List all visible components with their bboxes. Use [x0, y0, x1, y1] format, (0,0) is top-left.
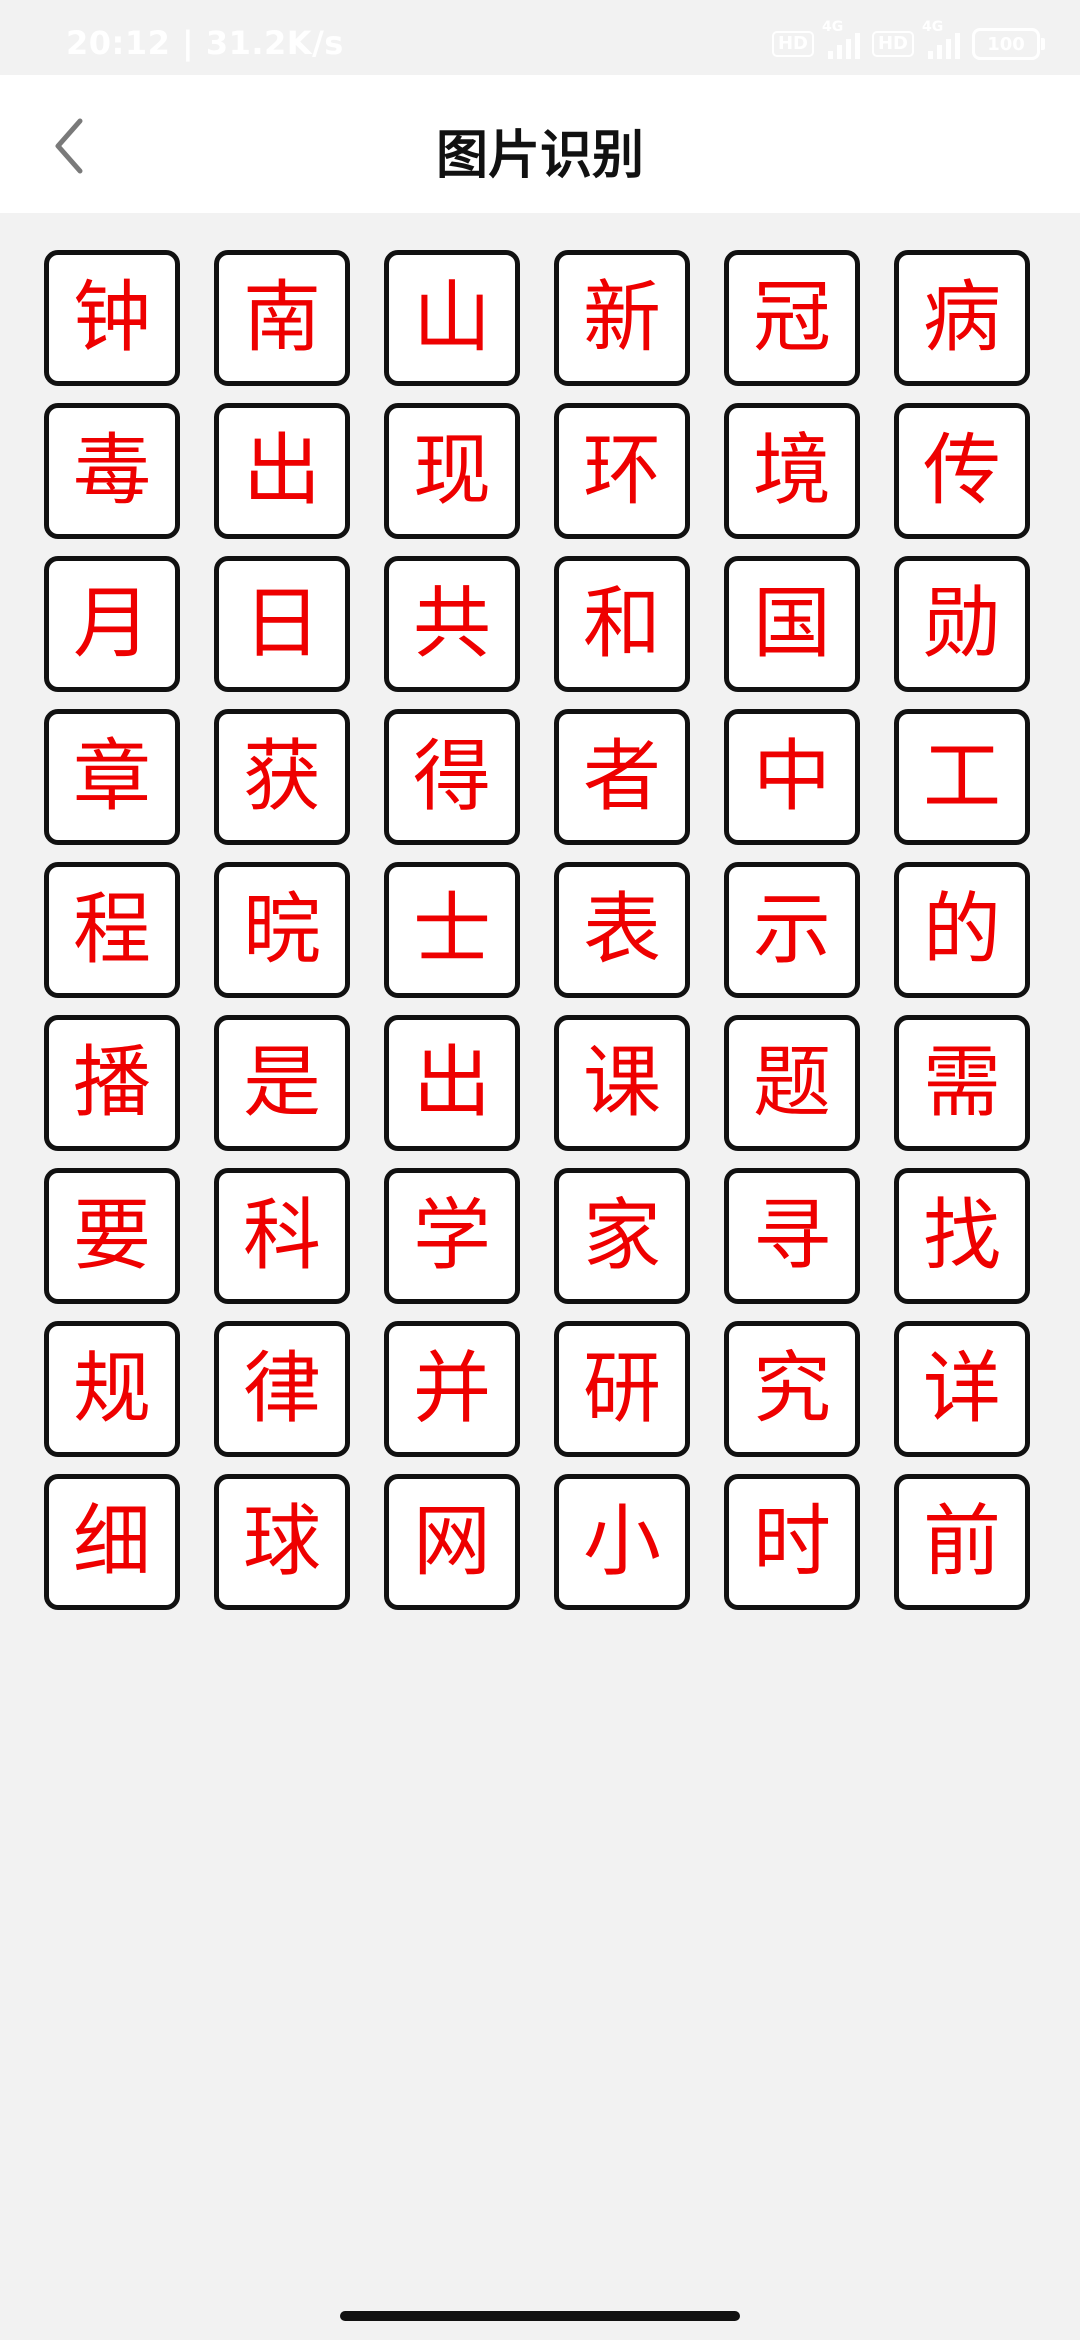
- battery-level: 100: [987, 33, 1025, 55]
- character-tile[interactable]: 中: [724, 709, 860, 845]
- app-header: 图片识别: [0, 75, 1080, 213]
- character-tile[interactable]: 获: [214, 709, 350, 845]
- character-tile[interactable]: 新: [554, 250, 690, 386]
- battery-icon: 100: [972, 28, 1045, 60]
- character-tile[interactable]: 题: [724, 1015, 860, 1151]
- character-tile[interactable]: 球: [214, 1474, 350, 1610]
- character-tile[interactable]: 科: [214, 1168, 350, 1304]
- character-tile[interactable]: 家: [554, 1168, 690, 1304]
- network-type-label: 4G: [821, 19, 844, 35]
- character-tile[interactable]: 章: [44, 709, 180, 845]
- character-tile[interactable]: 日: [214, 556, 350, 692]
- character-tile[interactable]: 小: [554, 1474, 690, 1610]
- status-icons: HD 4G HD 4G 100: [771, 19, 1045, 62]
- character-tile[interactable]: 勋: [894, 556, 1030, 692]
- character-tile[interactable]: 并: [384, 1321, 520, 1457]
- character-tile[interactable]: 月: [44, 556, 180, 692]
- character-tile[interactable]: 的: [894, 862, 1030, 998]
- hd-badge: HD: [771, 31, 814, 57]
- character-tile[interactable]: 律: [214, 1321, 350, 1457]
- character-tile[interactable]: 学: [384, 1168, 520, 1304]
- character-tile[interactable]: 南: [214, 250, 350, 386]
- status-bar: 20:12 | 31.2K/s HD 4G HD 4G 100: [0, 0, 1080, 75]
- character-tile[interactable]: 示: [724, 862, 860, 998]
- network-type-label: 4G: [922, 19, 944, 35]
- character-tile[interactable]: 冠: [724, 250, 860, 386]
- character-tile[interactable]: 晥: [214, 862, 350, 998]
- character-tile[interactable]: 出: [384, 1015, 520, 1151]
- character-tile[interactable]: 共: [384, 556, 520, 692]
- character-tile[interactable]: 钟: [44, 250, 180, 386]
- character-tile[interactable]: 士: [384, 862, 520, 998]
- signal-icon: 4G: [922, 19, 960, 59]
- character-tile[interactable]: 前: [894, 1474, 1030, 1610]
- character-tile[interactable]: 程: [44, 862, 180, 998]
- character-tile[interactable]: 境: [724, 403, 860, 539]
- character-tile[interactable]: 毒: [44, 403, 180, 539]
- character-tile[interactable]: 要: [44, 1168, 180, 1304]
- character-tile[interactable]: 出: [214, 403, 350, 539]
- signal-icon: 4G: [822, 19, 860, 59]
- status-time: 20:12 | 31.2K/s: [66, 24, 344, 62]
- character-tile[interactable]: 者: [554, 709, 690, 845]
- character-tile[interactable]: 国: [724, 556, 860, 692]
- character-tile[interactable]: 究: [724, 1321, 860, 1457]
- character-tile[interactable]: 和: [554, 556, 690, 692]
- character-tile[interactable]: 找: [894, 1168, 1030, 1304]
- character-tile[interactable]: 研: [554, 1321, 690, 1457]
- character-tile[interactable]: 是: [214, 1015, 350, 1151]
- character-tile[interactable]: 现: [384, 403, 520, 539]
- character-tile[interactable]: 表: [554, 862, 690, 998]
- character-tile[interactable]: 得: [384, 709, 520, 845]
- home-indicator[interactable]: [340, 2311, 740, 2321]
- character-tile[interactable]: 详: [894, 1321, 1030, 1457]
- character-grid: 钟南山新冠病毒出现环境传月日共和国勋章获得者中工程晥士表示的播是出课题需要科学家…: [44, 250, 1030, 1610]
- character-tile[interactable]: 规: [44, 1321, 180, 1457]
- character-tile[interactable]: 环: [554, 403, 690, 539]
- character-tile[interactable]: 时: [724, 1474, 860, 1610]
- character-tile[interactable]: 细: [44, 1474, 180, 1610]
- character-tile[interactable]: 病: [894, 250, 1030, 386]
- hd-badge: HD: [871, 31, 914, 57]
- character-tile[interactable]: 寻: [724, 1168, 860, 1304]
- character-tile[interactable]: 工: [894, 709, 1030, 845]
- character-tile[interactable]: 传: [894, 403, 1030, 539]
- page-title: 图片识别: [435, 126, 644, 186]
- character-tile[interactable]: 播: [44, 1015, 180, 1151]
- character-tile[interactable]: 山: [384, 250, 520, 386]
- character-tile[interactable]: 需: [894, 1015, 1030, 1151]
- character-tile[interactable]: 课: [554, 1015, 690, 1151]
- character-tile[interactable]: 网: [384, 1474, 520, 1610]
